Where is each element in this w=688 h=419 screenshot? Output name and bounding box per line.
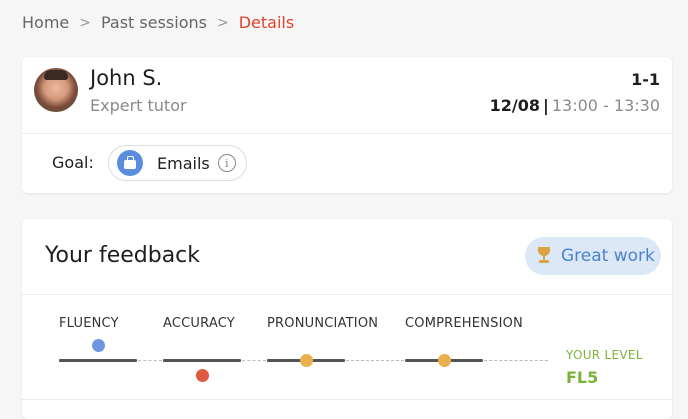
breadcrumb-home[interactable]: Home — [22, 13, 69, 32]
breadcrumb: Home > Past sessions > Details — [22, 13, 294, 32]
divider — [22, 133, 672, 134]
accuracy-track — [163, 359, 241, 362]
accuracy-marker — [196, 369, 209, 382]
date-separator: | — [542, 96, 549, 115]
goal-value: Emails — [157, 153, 210, 173]
fluency-marker — [92, 339, 105, 352]
goal-label: Goal: — [52, 153, 94, 172]
your-level-value: FL5 — [566, 368, 599, 387]
pronunciation-marker — [300, 354, 313, 367]
feedback-card: Your feedback Great work FLUENCY ACCURAC… — [22, 219, 672, 419]
breadcrumb-past-sessions[interactable]: Past sessions — [101, 13, 207, 32]
breadcrumb-separator: > — [79, 14, 91, 31]
briefcase-icon — [117, 150, 143, 176]
your-level-label: YOUR LEVEL — [566, 348, 643, 362]
divider — [22, 399, 672, 400]
session-summary-card: John S. Expert tutor 1-1 12/08 | 13:00 - 1… — [22, 57, 672, 193]
divider — [22, 294, 672, 295]
track-gap — [242, 360, 266, 361]
great-work-badge: Great work — [525, 237, 661, 275]
session-type: 1-1 — [631, 70, 660, 89]
session-datetime: 12/08 | 13:00 - 13:30 — [490, 96, 660, 115]
info-icon[interactable]: i — [217, 154, 236, 172]
great-work-label: Great work — [561, 246, 655, 266]
metric-label-accuracy: ACCURACY — [163, 316, 235, 331]
breadcrumb-current: Details — [238, 13, 295, 32]
feedback-title: Your feedback — [45, 243, 201, 268]
tutor-role: Expert tutor — [90, 96, 187, 115]
metric-label-fluency: FLUENCY — [59, 316, 119, 331]
comprehension-marker — [438, 354, 451, 367]
metric-label-pronunciation: PRONUNCIATION — [267, 316, 379, 331]
avatar — [34, 68, 78, 112]
session-time: 13:00 - 13:30 — [551, 96, 660, 115]
session-date: 12/08 — [489, 96, 540, 115]
metric-label-comprehension: COMPREHENSION — [405, 316, 523, 331]
trophy-icon — [535, 247, 553, 265]
track-gap — [138, 360, 162, 361]
fluency-track — [59, 359, 137, 362]
track-gap — [346, 360, 404, 361]
goal-chip[interactable]: Emails i — [108, 145, 247, 181]
breadcrumb-separator: > — [216, 14, 229, 31]
track-gap — [484, 360, 548, 361]
tutor-name: John S. — [90, 66, 163, 90]
